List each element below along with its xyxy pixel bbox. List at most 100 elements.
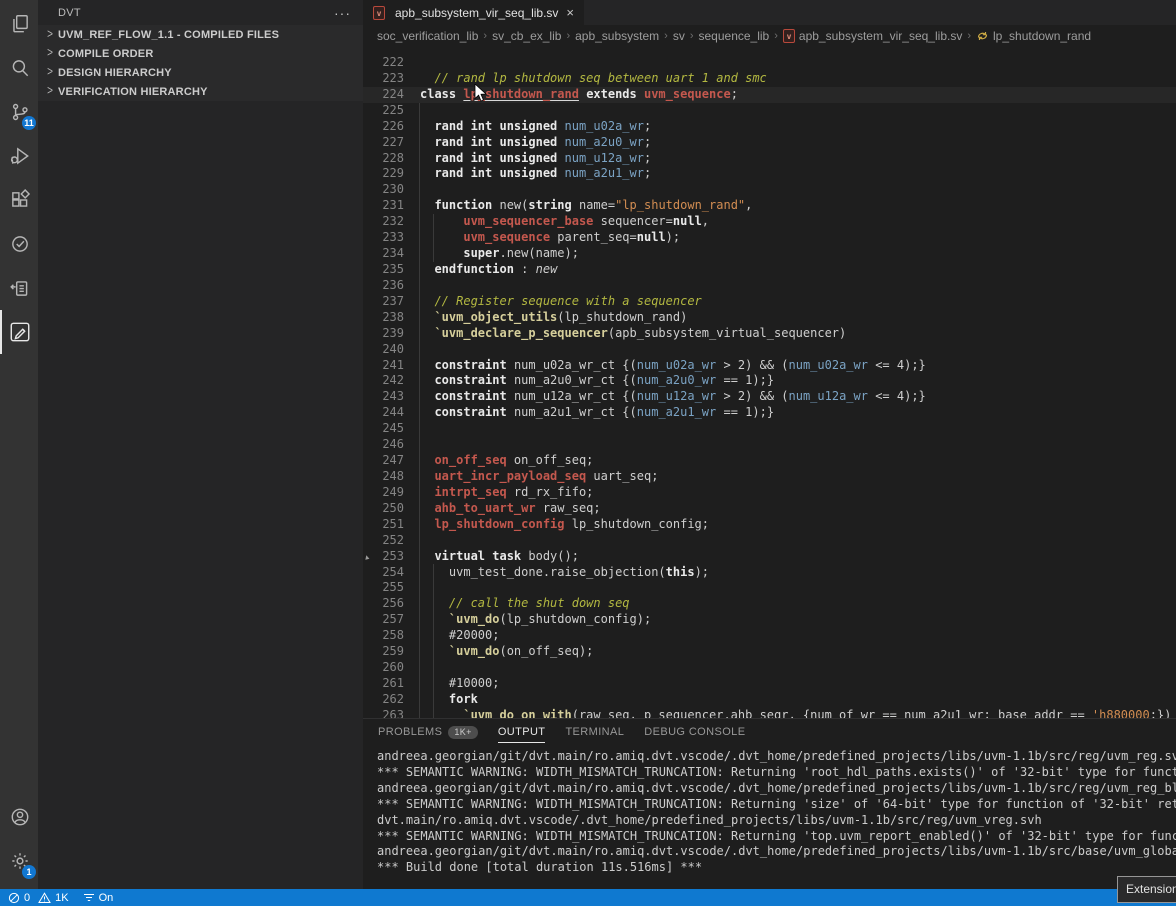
code-line-243[interactable]: 243 constraint num_u12a_wr_ct {(num_u12a… [363, 389, 1176, 405]
tree-item-label: UVM_REF_FLOW_1.1 - COMPILED FILES [58, 29, 279, 41]
code-text [420, 103, 1176, 119]
code-line-259[interactable]: 259 `uvm_do(on_off_seq); [363, 644, 1176, 660]
code-line-227[interactable]: 227 rand int unsigned num_a2u0_wr; [363, 135, 1176, 151]
run-debug-icon[interactable] [0, 134, 38, 178]
line-number: 233 [363, 230, 420, 246]
code-line-254[interactable]: 254 uvm_test_done.raise_objection(this); [363, 565, 1176, 581]
code-line-223[interactable]: 223 // rand lp shutdown seq between uart… [363, 71, 1176, 87]
line-number: 236 [363, 278, 420, 294]
class-symbol-icon [976, 30, 989, 42]
breadcrumb-item-sv-cb-ex-lib[interactable]: sv_cb_ex_lib [492, 29, 561, 43]
output-line: andreea.georgian/git/dvt.main/ro.amiq.dv… [377, 844, 1176, 860]
output-console[interactable]: andreea.georgian/git/dvt.main/ro.amiq.dv… [363, 745, 1176, 889]
code-line-241[interactable]: 241 constraint num_u02a_wr_ct {(num_u02a… [363, 358, 1176, 374]
sidebar-header: DVT ··· [38, 0, 363, 25]
source-control-icon[interactable]: 11 [0, 90, 38, 134]
code-line-242[interactable]: 242 constraint num_a2u0_wr_ct {(num_a2u0… [363, 373, 1176, 389]
code-text: rand int unsigned num_a2u1_wr; [420, 166, 1176, 182]
code-editor[interactable]: 222223 // rand lp shutdown seq between u… [363, 47, 1176, 718]
code-line-246[interactable]: 246 [363, 437, 1176, 453]
panel-tab-problems[interactable]: PROBLEMS1K+ [378, 719, 478, 745]
sidebar-more-actions-icon[interactable]: ··· [334, 8, 351, 18]
sidebar-item-design-hierarchy[interactable]: >DESIGN HIERARCHY [38, 63, 363, 82]
code-line-228[interactable]: 228 rand int unsigned num_u12a_wr; [363, 151, 1176, 167]
code-line-263[interactable]: 263 `uvm_do_on_with(raw_seq, p_sequencer… [363, 708, 1176, 718]
tab-close-icon[interactable]: × [566, 7, 574, 19]
code-text [420, 580, 1176, 596]
dvt-analysis-icon[interactable] [0, 310, 38, 354]
extensions-icon[interactable] [0, 178, 38, 222]
chevron-right-icon: > [44, 84, 56, 98]
code-line-245[interactable]: 245 [363, 421, 1176, 437]
breadcrumb-label: sv_cb_ex_lib [492, 29, 561, 43]
code-line-222[interactable]: 222 [363, 55, 1176, 71]
sidebar-item-uvm-ref-flow-1-1-compiled-files[interactable]: >UVM_REF_FLOW_1.1 - COMPILED FILES [38, 25, 363, 44]
project-report-icon[interactable] [0, 266, 38, 310]
problems-status-item[interactable]: 0 1K [8, 892, 69, 904]
code-line-235[interactable]: 235 endfunction : new [363, 262, 1176, 278]
code-line-250[interactable]: 250 ahb_to_uart_wr raw_seq; [363, 501, 1176, 517]
code-line-262[interactable]: 262 fork [363, 692, 1176, 708]
code-line-225[interactable]: 225 [363, 103, 1176, 119]
code-line-256[interactable]: 256 // call the shut down seq [363, 596, 1176, 612]
code-line-257[interactable]: 257 `uvm_do(lp_shutdown_config); [363, 612, 1176, 628]
sidebar-item-verification-hierarchy[interactable]: >VERIFICATION HIERARCHY [38, 82, 363, 101]
code-line-224[interactable]: 224class lp_shutdown_rand extends uvm_se… [363, 87, 1176, 103]
breadcrumb-item-apb-subsystem[interactable]: apb_subsystem [575, 29, 659, 43]
code-text: // call the shut down seq [420, 596, 1176, 612]
code-line-240[interactable]: 240 [363, 342, 1176, 358]
settings-gear-icon[interactable]: 1 [0, 839, 38, 883]
code-line-252[interactable]: 252 [363, 533, 1176, 549]
code-line-249[interactable]: 249 intrpt_seq rd_rx_fifo; [363, 485, 1176, 501]
code-line-255[interactable]: 255 [363, 580, 1176, 596]
code-line-247[interactable]: 247 on_off_seq on_off_seq; [363, 453, 1176, 469]
code-line-261[interactable]: 261 #10000; [363, 676, 1176, 692]
panel-tab-terminal[interactable]: TERMINAL [565, 719, 624, 745]
code-line-258[interactable]: 258 #20000; [363, 628, 1176, 644]
code-line-236[interactable]: 236 [363, 278, 1176, 294]
breadcrumb-item-lp-shutdown-rand[interactable]: lp_shutdown_rand [976, 29, 1091, 43]
code-text [420, 437, 1176, 453]
line-number: 223 [363, 71, 420, 87]
code-line-226[interactable]: 226 rand int unsigned num_u02a_wr; [363, 119, 1176, 135]
filter-toggle-status-item[interactable]: On [83, 892, 114, 904]
code-text [420, 660, 1176, 676]
breadcrumb-item-apb-subsystem-vir-seq-lib-sv[interactable]: vapb_subsystem_vir_seq_lib.sv [783, 29, 962, 43]
code-line-233[interactable]: 233 uvm_sequence parent_seq=null); [363, 230, 1176, 246]
code-line-231[interactable]: 231 function new(string name="lp_shutdow… [363, 198, 1176, 214]
explorer-icon[interactable] [0, 2, 38, 46]
code-line-237[interactable]: 237 // Register sequence with a sequence… [363, 294, 1176, 310]
testing-icon[interactable] [0, 222, 38, 266]
account-icon[interactable] [0, 795, 38, 839]
panel-tab-output[interactable]: OUTPUT [498, 719, 546, 745]
code-line-234[interactable]: 234 super.new(name); [363, 246, 1176, 262]
tab-apb-subsystem-vir-seq-lib[interactable]: v apb_subsystem_vir_seq_lib.sv × [363, 0, 584, 25]
code-line-260[interactable]: 260 [363, 660, 1176, 676]
sidebar-item-compile-order[interactable]: >COMPILE ORDER [38, 44, 363, 63]
line-number: 245 [363, 421, 420, 437]
breadcrumb-item-soc-verification-lib[interactable]: soc_verification_lib [377, 29, 478, 43]
activity-bar: 11 [0, 0, 38, 889]
panel-tab-debug-console[interactable]: DEBUG CONSOLE [644, 719, 745, 745]
code-line-238[interactable]: 238 `uvm_object_utils(lp_shutdown_rand) [363, 310, 1176, 326]
output-line: *** SEMANTIC WARNING: WIDTH_MISMATCH_TRU… [377, 765, 1176, 781]
code-line-230[interactable]: 230 [363, 182, 1176, 198]
line-number: 252 [363, 533, 420, 549]
code-line-253[interactable]: ▲253 virtual task body(); [363, 549, 1176, 565]
code-line-251[interactable]: 251 lp_shutdown_config lp_shutdown_confi… [363, 517, 1176, 533]
code-line-232[interactable]: 232 uvm_sequencer_base sequencer=null, [363, 214, 1176, 230]
gutter-marker-icon: ▲ [363, 549, 371, 565]
code-text: rand int unsigned num_u02a_wr; [420, 119, 1176, 135]
code-line-239[interactable]: 239 `uvm_declare_p_sequencer(apb_subsyst… [363, 326, 1176, 342]
breadcrumb-item-sv[interactable]: sv [673, 29, 685, 43]
code-text: uvm_test_done.raise_objection(this); [420, 565, 1176, 581]
code-line-248[interactable]: 248 uart_incr_payload_seq uart_seq; [363, 469, 1176, 485]
output-line: *** Build done [total duration 11s.516ms… [377, 860, 1176, 876]
code-line-244[interactable]: 244 constraint num_a2u1_wr_ct {(num_a2u1… [363, 405, 1176, 421]
search-icon[interactable] [0, 46, 38, 90]
breadcrumb-item-sequence-lib[interactable]: sequence_lib [699, 29, 770, 43]
editor-group: v apb_subsystem_vir_seq_lib.sv × soc_ver… [363, 0, 1176, 718]
line-number: 222 [363, 55, 420, 71]
code-line-229[interactable]: 229 rand int unsigned num_a2u1_wr; [363, 166, 1176, 182]
indent-guide [419, 103, 420, 718]
